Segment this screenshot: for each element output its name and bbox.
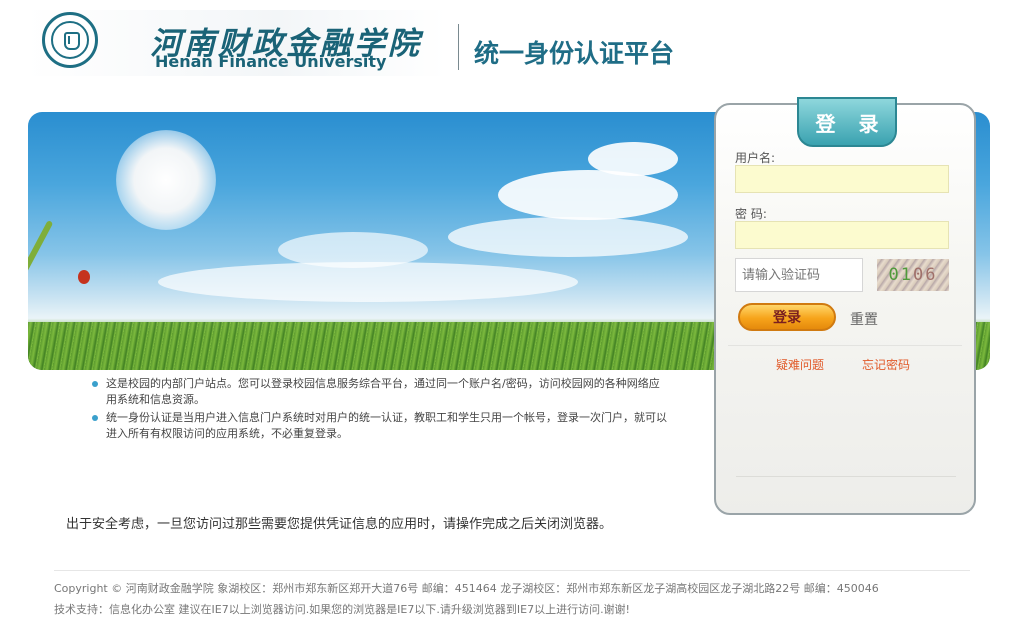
university-seal-icon bbox=[42, 12, 98, 68]
ladybug bbox=[78, 270, 90, 284]
cloud bbox=[448, 217, 688, 257]
footer-copyright: Copyright © 河南财政金融学院 象湖校区：郑州市郑东新区郑开大道76号… bbox=[54, 582, 879, 595]
login-tab-label: 登 录 bbox=[815, 111, 887, 136]
info-text: 统一身份认证是当用户进入信息门户系统时对用户的统一认证，教职工和学生只用一个帐号… bbox=[106, 411, 667, 440]
page-header: 河南财政金融学院 Henan Finance University 统一身份认证… bbox=[0, 0, 1024, 88]
cloud bbox=[158, 262, 578, 302]
login-tab: 登 录 bbox=[797, 97, 897, 147]
captcha-text-b: 06 bbox=[913, 265, 938, 285]
help-link[interactable]: 疑难问题 bbox=[776, 356, 824, 373]
login-panel: 登 录 用户名: 密 码: 0106 登录 重置 疑难问题 忘记密码 bbox=[714, 97, 976, 515]
university-name-en: Henan Finance University bbox=[155, 52, 387, 71]
bullet-icon bbox=[92, 381, 98, 387]
list-item: 这是校园的内部门户站点。您可以登录校园信息服务综合平台，通过同一个账户名/密码，… bbox=[90, 376, 670, 408]
header-divider bbox=[458, 24, 459, 70]
password-label: 密 码: bbox=[735, 207, 767, 221]
forgot-password-link[interactable]: 忘记密码 bbox=[862, 356, 910, 373]
security-note: 出于安全考虑，一旦您访问过那些需要您提供凭证信息的应用时，请操作完成之后关闭浏览… bbox=[66, 517, 613, 532]
reset-button[interactable]: 重置 bbox=[850, 309, 878, 329]
login-button[interactable]: 登录 bbox=[738, 303, 836, 331]
seal-inner-ring bbox=[51, 21, 89, 59]
bullet-icon bbox=[92, 415, 98, 421]
password-input[interactable] bbox=[735, 221, 949, 249]
panel-divider bbox=[728, 345, 962, 346]
captcha-image[interactable]: 01 06 bbox=[877, 259, 949, 291]
info-text: 这是校园的内部门户站点。您可以登录校园信息服务综合平台，通过同一个账户名/密码，… bbox=[106, 377, 660, 406]
footer-support: 技术支持：信息化办公室 建议在IE7以上浏览器访问.如果您的浏览器是IE7以下.… bbox=[54, 603, 630, 616]
seal-mark bbox=[64, 32, 80, 50]
captcha-input[interactable] bbox=[735, 258, 863, 292]
captcha-text-a: 01 bbox=[888, 265, 913, 285]
username-input[interactable] bbox=[735, 165, 949, 193]
info-list: 这是校园的内部门户站点。您可以登录校园信息服务综合平台，通过同一个账户名/密码，… bbox=[90, 376, 670, 444]
platform-title: 统一身份认证平台 bbox=[474, 39, 675, 68]
dandelion bbox=[116, 130, 216, 230]
cloud bbox=[588, 142, 678, 176]
cloud bbox=[278, 232, 428, 268]
username-label: 用户名: bbox=[735, 151, 776, 165]
footer-divider bbox=[54, 570, 970, 571]
cloud bbox=[498, 170, 678, 220]
panel-bottom-divider bbox=[736, 476, 956, 477]
list-item: 统一身份认证是当用户进入信息门户系统时对用户的统一认证，教职工和学生只用一个帐号… bbox=[90, 410, 670, 442]
